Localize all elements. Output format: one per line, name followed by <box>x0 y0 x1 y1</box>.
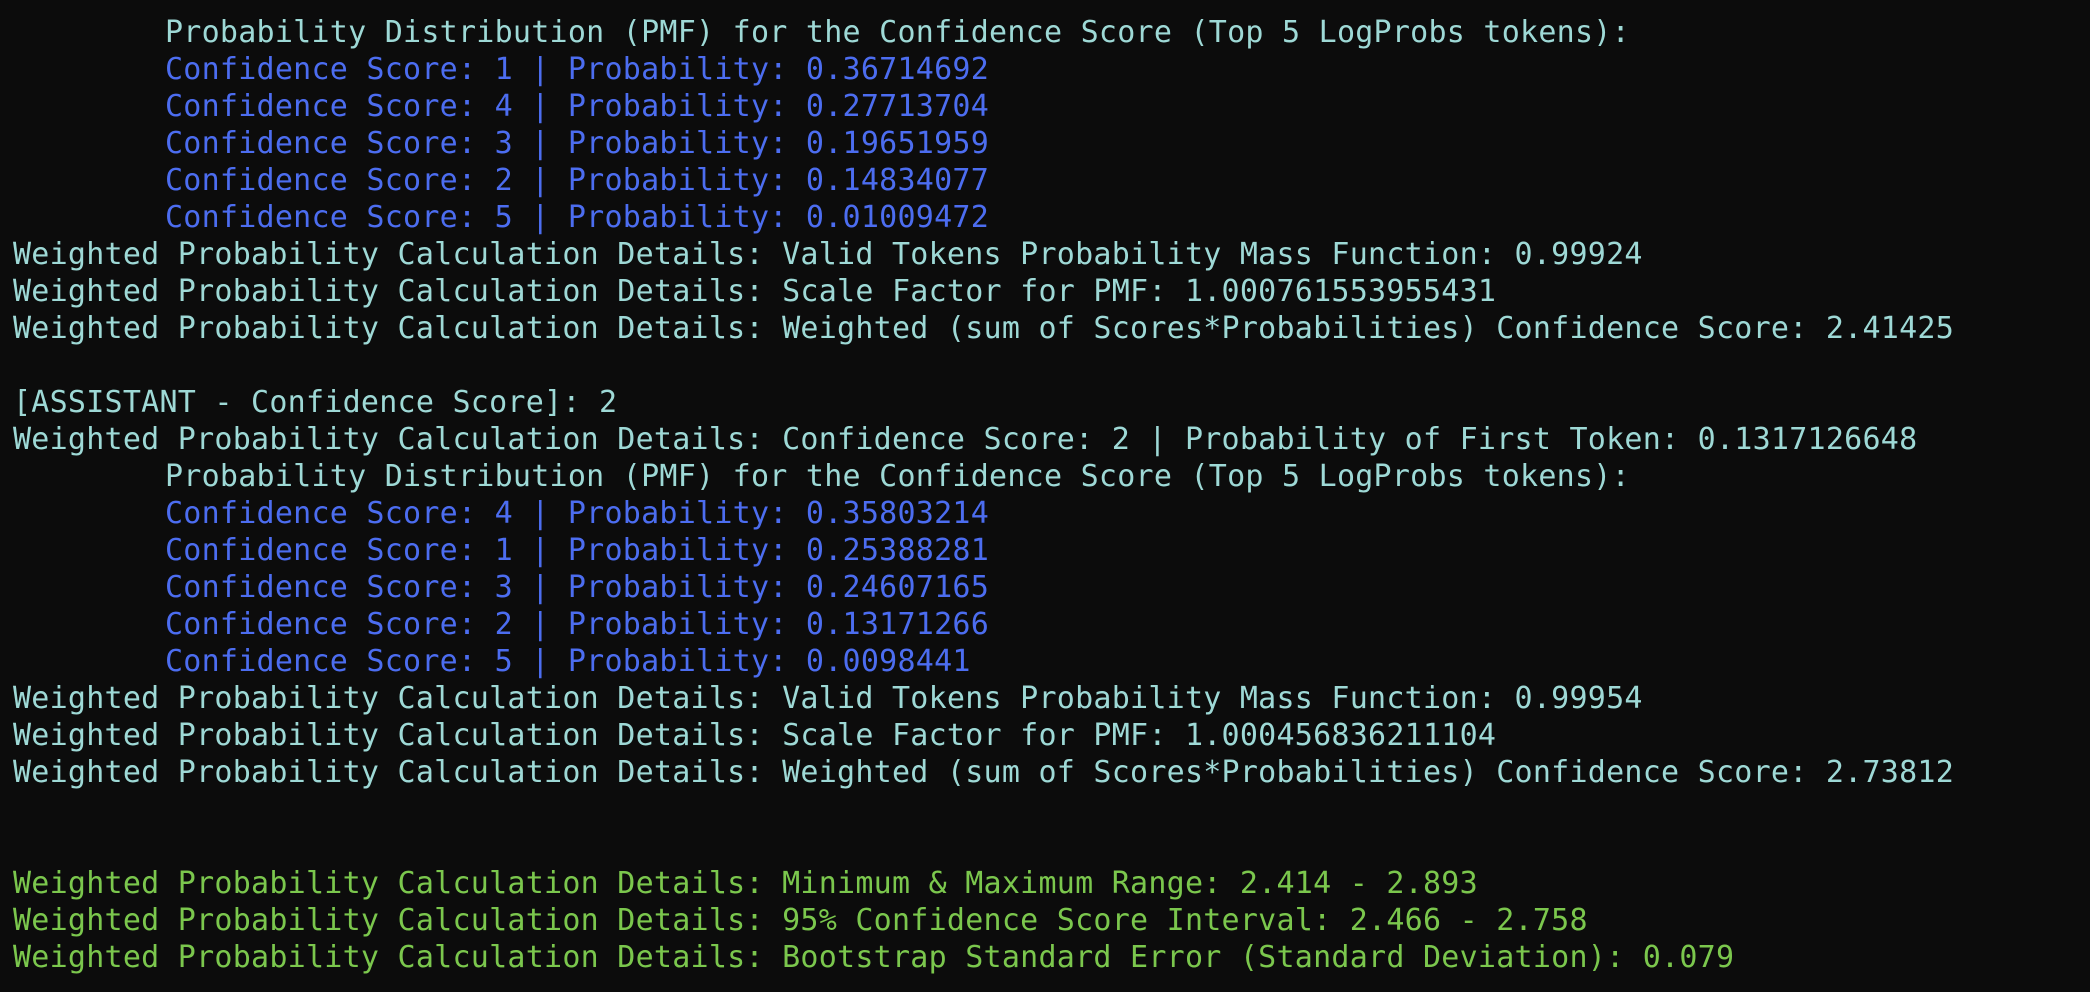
weighted-score-line: Weighted Probability Calculation Details… <box>13 311 1955 346</box>
pmf-entry-line: Confidence Score: 1 | Probability: 0.253… <box>165 533 990 568</box>
pmf-entry-line: Confidence Score: 4 | Probability: 0.277… <box>165 89 990 124</box>
terminal-output[interactable]: Probability Distribution (PMF) for the C… <box>13 14 2090 992</box>
standard-error-line: Weighted Probability Calculation Details… <box>13 940 1735 975</box>
min-max-range-line: Weighted Probability Calculation Details… <box>13 866 1478 901</box>
pmf-entry-line: Confidence Score: 2 | Probability: 0.148… <box>165 163 990 198</box>
scale-factor-line: Weighted Probability Calculation Details… <box>13 274 1497 309</box>
valid-tokens-pmf-line: Weighted Probability Calculation Details… <box>13 681 1643 716</box>
pmf-entry-line: Confidence Score: 3 | Probability: 0.246… <box>165 570 990 605</box>
assistant-score-line: [ASSISTANT - Confidence Score]: 2 <box>13 385 618 420</box>
pmf-header-line: Probability Distribution (PMF) for the C… <box>165 459 1630 494</box>
weighted-score-line: Weighted Probability Calculation Details… <box>13 755 1955 790</box>
pmf-entry-line: Confidence Score: 5 | Probability: 0.009… <box>165 644 971 679</box>
pmf-entry-line: Confidence Score: 5 | Probability: 0.010… <box>165 200 990 235</box>
first-token-probability-line: Weighted Probability Calculation Details… <box>13 422 1918 457</box>
confidence-interval-line: Weighted Probability Calculation Details… <box>13 903 1588 938</box>
pmf-entry-line: Confidence Score: 2 | Probability: 0.131… <box>165 607 990 642</box>
pmf-entry-line: Confidence Score: 1 | Probability: 0.367… <box>165 52 990 87</box>
pmf-entry-line: Confidence Score: 4 | Probability: 0.358… <box>165 496 990 531</box>
pmf-header-line: Probability Distribution (PMF) for the C… <box>165 15 1630 50</box>
pmf-entry-line: Confidence Score: 3 | Probability: 0.196… <box>165 126 990 161</box>
scale-factor-line: Weighted Probability Calculation Details… <box>13 718 1497 753</box>
valid-tokens-pmf-line: Weighted Probability Calculation Details… <box>13 237 1643 272</box>
